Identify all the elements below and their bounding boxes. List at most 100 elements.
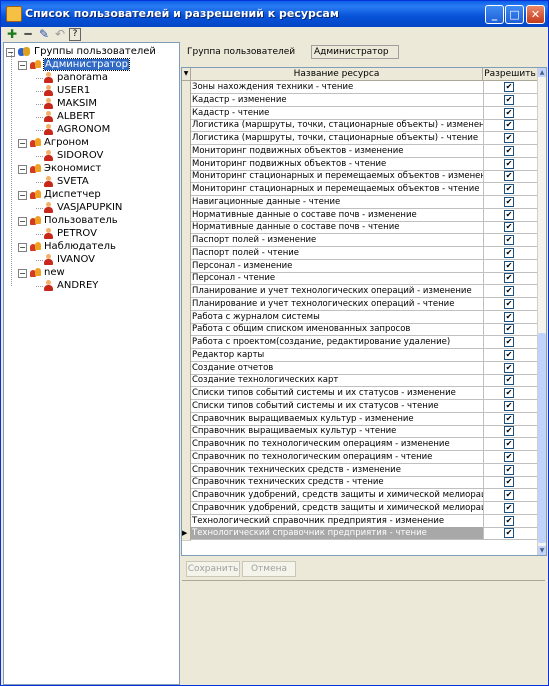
allow-cell[interactable]: ✔ [483,208,538,222]
allow-checkbox[interactable]: ✔ [504,171,514,182]
allow-checkbox[interactable]: ✔ [504,349,514,360]
allow-checkbox[interactable]: ✔ [504,439,514,449]
resource-name-cell[interactable]: Справочник выращиваемых культур - измене… [191,412,484,426]
resource-name-cell[interactable]: Кадастр - чтение [191,106,484,120]
table-row[interactable]: Технологический справочник предприятия -… [182,514,538,529]
allow-cell[interactable]: ✔ [483,170,538,184]
allow-checkbox[interactable]: ✔ [504,184,514,194]
table-row[interactable]: Персонал - изменение ✔ [182,259,538,274]
resource-name-cell[interactable]: Мониторинг подвижных объектов - чтение [191,157,484,171]
table-row[interactable]: Справочник удобрений, средств защиты и х… [182,501,538,516]
resource-name-cell[interactable]: Мониторинг подвижных объектов - изменени… [191,144,484,158]
allow-cell[interactable]: ✔ [483,514,538,528]
tree-group[interactable]: − Диспетчер [18,188,101,201]
resource-name-cell[interactable]: Логистика (маршруты, точки, стационарные… [191,119,484,133]
allow-cell[interactable]: ✔ [483,348,538,362]
allow-checkbox[interactable]: ✔ [504,286,514,296]
row-indicator[interactable] [182,527,191,542]
resource-name-cell[interactable]: Технологический справочник предприятия -… [191,527,484,541]
table-row[interactable]: Паспорт полей - изменение ✔ [182,234,538,248]
allow-cell[interactable]: ✔ [483,527,538,541]
allow-cell[interactable]: ✔ [483,450,538,464]
allow-cell[interactable]: ✔ [483,297,538,311]
allow-cell[interactable]: ✔ [483,399,538,413]
resource-name-cell[interactable]: Справочник технических средств - чтение [191,476,484,490]
edit-icon[interactable]: ✎ [38,28,50,40]
allow-checkbox[interactable]: ✔ [504,120,514,131]
table-row[interactable]: Мониторинг стационарных и перемещаемых о… [182,170,538,185]
table-row[interactable]: Создание отчетов ✔ [182,361,538,376]
table-row[interactable]: Планирование и учет технологических опер… [182,297,538,312]
resource-name-cell[interactable]: Работа с журналом системы [191,310,484,324]
resource-name-cell[interactable]: Справочник технических средств - изменен… [191,463,484,477]
table-row[interactable]: Логистика (маршруты, точки, стационарные… [182,132,538,146]
resource-name-cell[interactable]: Редактор карты [191,348,484,362]
save-button[interactable]: Сохранить [186,561,240,577]
table-row[interactable]: Создание технологических карт ✔ [182,374,538,389]
resource-name-cell[interactable]: Паспорт полей - чтение [191,246,484,260]
tree-group[interactable]: − new [18,266,65,279]
allow-checkbox[interactable]: ✔ [504,158,514,169]
resource-name-cell[interactable]: Списки типов событий системы и их статус… [191,399,484,413]
allow-checkbox[interactable]: ✔ [504,477,514,488]
allow-checkbox[interactable]: ✔ [504,515,514,526]
add-icon[interactable]: ✚ [6,28,18,40]
allow-cell[interactable]: ✔ [483,285,538,298]
scroll-up-icon[interactable]: ▲ [538,68,546,77]
allow-cell[interactable]: ✔ [483,183,538,196]
allow-cell[interactable]: ✔ [483,259,538,273]
allow-cell[interactable]: ✔ [483,361,538,375]
allow-checkbox[interactable]: ✔ [504,502,514,513]
scroll-down-icon[interactable]: ▼ [538,546,546,555]
allow-checkbox[interactable]: ✔ [504,426,514,437]
table-row[interactable]: Редактор карты ✔ [182,348,538,363]
table-row[interactable]: Работа с журналом системы ✔ [182,310,538,325]
resource-name-cell[interactable]: Персонал - чтение [191,272,484,286]
allow-checkbox[interactable]: ✔ [504,388,514,398]
allow-checkbox[interactable]: ✔ [504,235,514,245]
allow-cell[interactable]: ✔ [483,81,538,94]
allow-cell[interactable]: ✔ [483,438,538,451]
table-row[interactable]: Кадастр - чтение ✔ [182,106,538,121]
allow-cell[interactable]: ✔ [483,234,538,247]
allow-checkbox[interactable]: ✔ [504,273,514,284]
resource-name-cell[interactable]: Создание технологических карт [191,374,484,388]
table-row[interactable]: Справочник выращиваемых культур - измене… [182,412,538,427]
allow-cell[interactable]: ✔ [483,501,538,515]
allow-cell[interactable]: ✔ [483,489,538,502]
tree-user[interactable]: VASJAPUPKIN [44,201,122,214]
resource-name-cell[interactable]: Создание отчетов [191,361,484,375]
resource-name-cell[interactable]: Справочник по технологическим операциям … [191,450,484,464]
table-row[interactable]: Справочник выращиваемых культур - чтение… [182,425,538,440]
allow-cell[interactable]: ✔ [483,463,538,477]
resource-name-cell[interactable]: Планирование и учет технологических опер… [191,297,484,311]
allow-checkbox[interactable]: ✔ [504,94,514,105]
column-menu-icon[interactable]: ▼ [182,68,191,80]
allow-checkbox[interactable]: ✔ [504,107,514,118]
help-icon[interactable]: ? [69,28,81,41]
allow-cell[interactable]: ✔ [483,425,538,439]
allow-checkbox[interactable]: ✔ [504,464,514,475]
allow-cell[interactable]: ✔ [483,336,538,349]
tree-group[interactable]: − Администратор [18,58,130,71]
table-row[interactable]: Нормативные данные о составе почв - чтен… [182,221,538,236]
allow-cell[interactable]: ✔ [483,106,538,120]
table-row[interactable]: Логистика (маршруты, точки, стационарные… [182,119,538,134]
resource-name-cell[interactable]: Технологический справочник предприятия -… [191,514,484,528]
allow-cell[interactable]: ✔ [483,157,538,171]
table-row[interactable]: Технологический справочник предприятия -… [182,527,538,542]
grid-scrollbar[interactable]: ▲ ▼ [537,68,546,555]
allow-cell[interactable]: ✔ [483,272,538,286]
allow-cell[interactable]: ✔ [483,93,538,107]
table-row[interactable]: Справочник удобрений, средств защиты и х… [182,489,538,503]
resource-name-cell[interactable]: Персонал - изменение [191,259,484,273]
tree-user[interactable]: SVETA [44,175,89,188]
table-row[interactable]: Мониторинг стационарных и перемещаемых о… [182,183,538,197]
table-row[interactable]: Справочник технических средств - чтение ✔ [182,476,538,491]
allow-cell[interactable]: ✔ [483,119,538,133]
column-header-allow[interactable]: Разрешить [483,68,538,80]
table-row[interactable]: Справочник по технологическим операциям … [182,450,538,465]
allow-cell[interactable]: ✔ [483,221,538,235]
collapse-icon[interactable]: − [18,61,27,70]
collapse-icon[interactable]: − [18,243,27,252]
